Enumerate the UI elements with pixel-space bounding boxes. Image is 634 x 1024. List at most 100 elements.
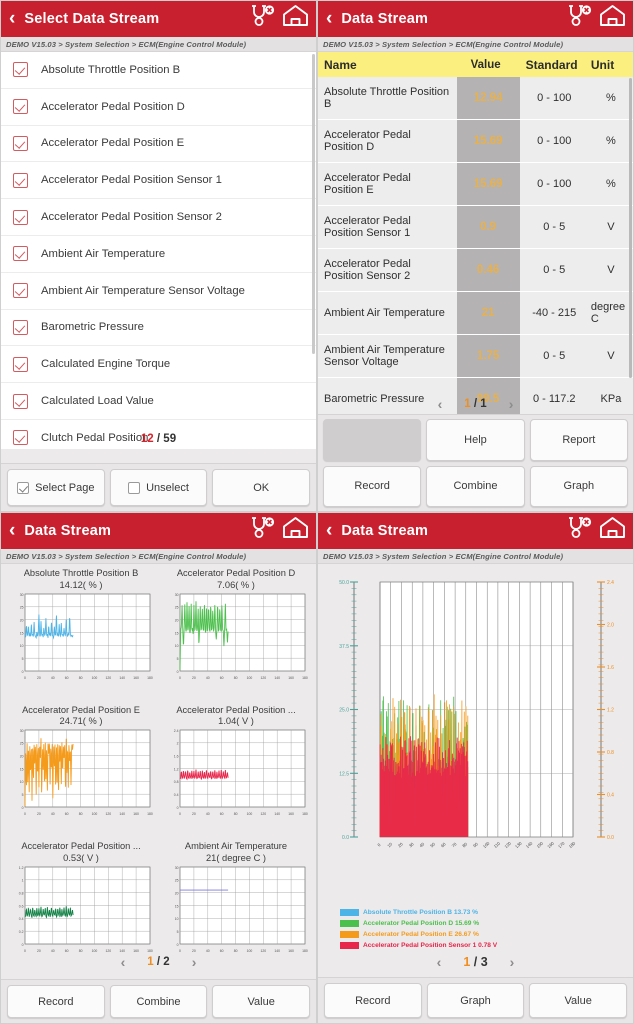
table-row[interactable]: Ambient Air Temperature 21 -40 - 215 degree… [318,292,633,335]
svg-text:120: 120 [105,949,111,953]
mini-chart[interactable]: Absolute Throttle Position B 14.12( % ) … [5,568,157,702]
checkbox-icon[interactable] [13,135,28,151]
value-button[interactable]: Value [212,985,311,1018]
list-item-label: Ambient Air Temperature Sensor Voltage [41,284,245,297]
stethoscope-icon[interactable] [566,515,593,540]
mini-chart[interactable]: Accelerator Pedal Position ... 1.04( V )… [160,704,312,839]
mini-chart-grid: Absolute Throttle Position B 14.12( % ) … [1,564,316,975]
value-button[interactable]: Value [529,983,628,1018]
list-item[interactable]: Accelerator Pedal Position E [1,125,316,163]
select-page-button[interactable]: Select Page [7,469,105,506]
graph-button[interactable]: Graph [426,983,525,1018]
prev-page-icon[interactable]: ‹ [438,396,443,412]
home-icon[interactable] [281,3,310,28]
list-item[interactable]: Accelerator Pedal Position Sensor 2 [1,199,316,236]
data-stream-list[interactable]: Absolute Throttle Position B Accelerator … [1,52,316,449]
checkbox-icon[interactable] [13,356,28,372]
back-icon[interactable]: ‹ [326,521,332,540]
svg-text:160: 160 [546,840,555,849]
table-pagination[interactable]: ‹ 1 / 1 › [318,396,633,412]
checkbox-icon[interactable] [13,209,28,225]
list-item-label: Clutch Pedal Position [41,431,149,444]
combined-pagination[interactable]: ‹ 1 / 3 › [318,953,633,971]
next-page-icon[interactable]: › [510,954,515,970]
table-row[interactable]: Accelerator Pedal Position D 15.69 0 - 100… [318,120,633,163]
table-scrollbar[interactable] [629,78,632,378]
total-pages: 3 [480,955,488,969]
svg-text:60: 60 [64,676,68,680]
stethoscope-icon[interactable] [249,515,276,540]
table-row[interactable]: Accelerator Pedal Position Sensor 1 0.9 0 … [318,206,633,249]
ok-button[interactable]: OK [212,469,311,506]
back-icon[interactable]: ‹ [326,9,332,28]
svg-text:0: 0 [176,669,178,673]
list-item[interactable]: Ambient Air Temperature Sensor Voltage [1,272,316,310]
data-stream-table[interactable]: Name Value Standard Unit Absolute Throttle P… [318,52,633,414]
home-icon[interactable] [598,3,627,28]
combine-button[interactable]: Combine [109,985,208,1018]
svg-text:120: 120 [260,812,266,816]
svg-text:10: 10 [19,644,23,648]
list-item[interactable]: Accelerator Pedal Position D [1,88,316,126]
svg-text:0: 0 [179,676,181,680]
combine-button[interactable]: Combine [426,465,525,507]
mini-chart[interactable]: Accelerator Pedal Position E 24.71( % ) … [5,704,157,839]
checkbox-icon[interactable] [13,99,28,115]
checkbox-icon[interactable] [13,172,28,188]
svg-text:140: 140 [119,812,125,816]
panel-data-stream-graphs: ‹ Data Stream DEMO V15.03 > System Selec… [0,512,317,1024]
table-row[interactable]: Ambient Air Temperature Sensor Voltage 1.… [318,335,633,378]
list-item[interactable]: Barometric Pressure [1,309,316,347]
graph-button[interactable]: Graph [529,465,628,507]
record-button[interactable]: Record [7,985,105,1018]
graph-pagination[interactable]: ‹ 1 / 2 › [1,954,316,970]
table-row[interactable]: Accelerator Pedal Position Sensor 2 0.46 0… [318,249,633,292]
unselect-button[interactable]: Unselect [109,469,208,506]
mini-chart-value: 21( degree C ) [206,852,266,863]
next-page-icon[interactable]: › [509,396,514,412]
record-button[interactable]: Record [323,465,422,507]
home-icon[interactable] [281,515,310,540]
mini-chart[interactable]: Accelerator Pedal Position D 7.06( % ) 0… [160,568,312,702]
svg-text:180: 180 [302,812,308,816]
stethoscope-icon[interactable] [566,3,593,28]
table-row[interactable]: Absolute Throttle Position B 12.94 0 - 100… [318,77,633,120]
svg-text:130: 130 [514,840,523,849]
svg-text:100: 100 [246,949,252,953]
back-icon[interactable]: ‹ [9,521,15,540]
checkbox-icon[interactable] [13,393,28,409]
svg-text:0.0: 0.0 [342,835,349,841]
home-icon[interactable] [598,515,627,540]
list-item[interactable]: Calculated Engine Torque [1,346,316,384]
list-scrollbar[interactable] [312,54,315,354]
list-item[interactable]: Accelerator Pedal Position Sensor 1 [1,162,316,200]
column-header: Standard [525,57,578,72]
prev-page-icon[interactable]: ‹ [121,954,126,970]
list-item[interactable]: Absolute Throttle Position B [1,52,316,89]
svg-text:30: 30 [19,592,23,596]
svg-text:160: 160 [288,949,294,953]
next-page-icon[interactable]: › [192,954,197,970]
table-row[interactable]: Accelerator Pedal Position E 15.69 0 - 100… [318,163,633,206]
svg-text:0.8: 0.8 [173,780,178,784]
record-button[interactable]: Record [324,983,422,1018]
svg-text:140: 140 [119,949,125,953]
report-button[interactable]: Report [529,419,628,461]
checkbox-icon[interactable] [13,246,28,262]
stethoscope-icon[interactable] [249,3,276,28]
checkbox-icon[interactable] [13,319,28,335]
svg-text:20: 20 [19,618,23,622]
checkbox-icon[interactable] [13,430,28,446]
list-item-label: Calculated Engine Torque [41,358,171,371]
back-icon[interactable]: ‹ [9,9,15,28]
list-item[interactable]: Clutch Pedal Position [1,419,316,449]
checkbox-icon[interactable] [13,283,28,299]
checkbox-icon[interactable] [13,62,28,78]
help-button[interactable]: Help [426,419,525,461]
svg-text:80: 80 [461,841,468,848]
list-item[interactable]: Calculated Load Value [1,383,316,420]
list-item[interactable]: Ambient Air Temperature [1,235,316,273]
svg-text:40: 40 [50,676,54,680]
value-label: Value [564,994,592,1007]
prev-page-icon[interactable]: ‹ [437,954,442,970]
